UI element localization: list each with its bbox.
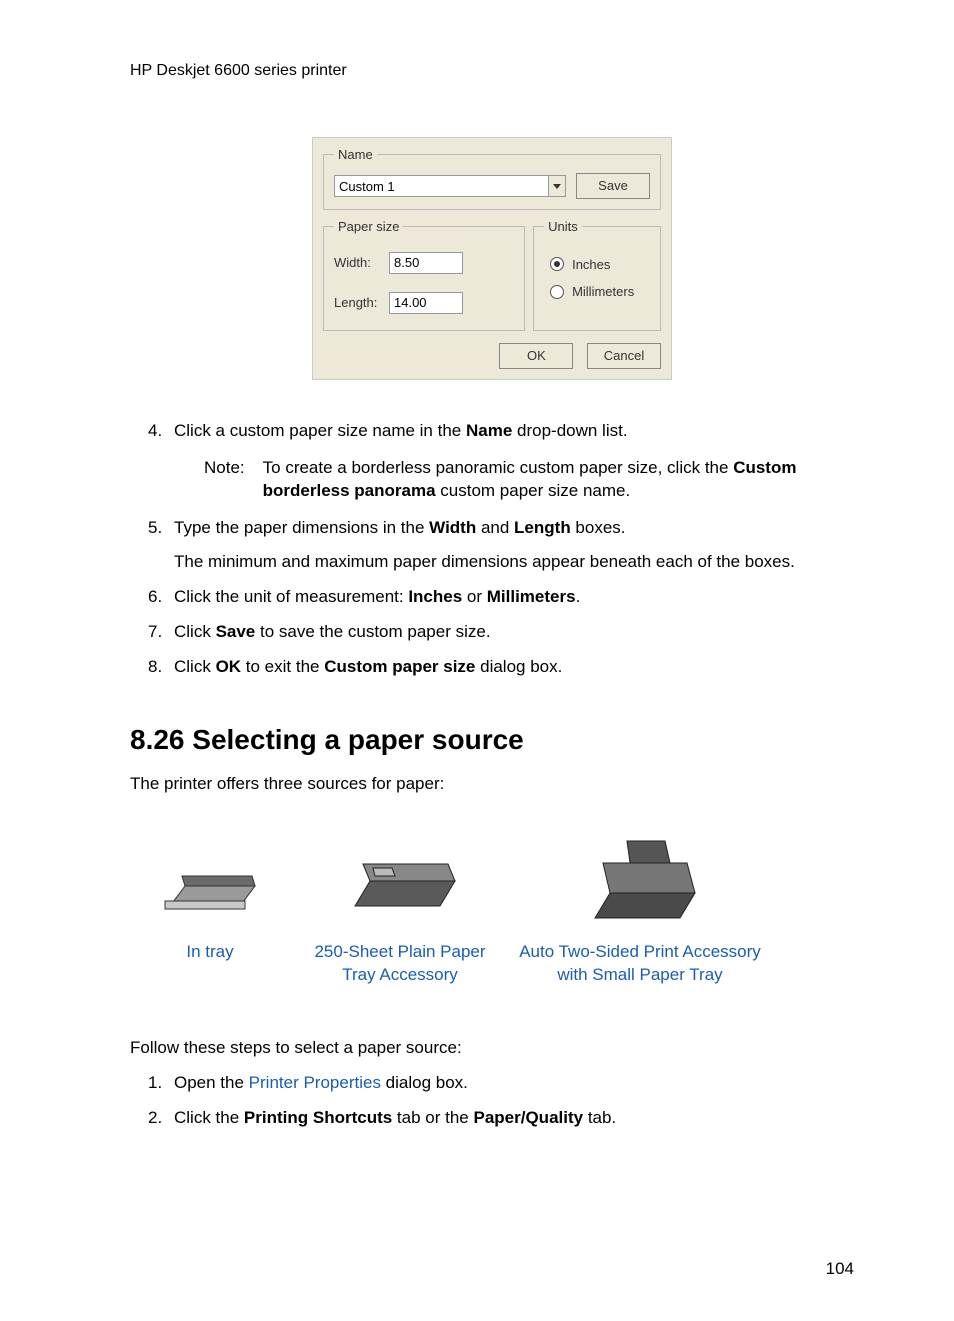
save-button[interactable]: Save xyxy=(576,173,650,199)
millimeters-radio[interactable]: Millimeters xyxy=(550,283,650,301)
custom-paper-size-dialog: Name Save Paper size Width: Le xyxy=(312,137,672,380)
step-4: 4. Click a custom paper size name in the… xyxy=(174,420,854,503)
duplex-accessory-icon xyxy=(575,833,705,928)
width-label: Width: xyxy=(334,254,389,272)
link-in-tray[interactable]: In tray xyxy=(186,942,233,961)
link-250-sheet-b[interactable]: Tray Accessory xyxy=(342,965,458,984)
step-5: 5. Type the paper dimensions in the Widt… xyxy=(174,517,854,575)
link-auto-duplex[interactable]: Auto Two-Sided Print Accessory xyxy=(519,942,761,961)
radio-icon xyxy=(550,285,564,299)
ok-button[interactable]: OK xyxy=(499,343,573,369)
note-body: To create a borderless panoramic custom … xyxy=(263,457,854,503)
tray-accessory-icon xyxy=(340,846,460,916)
link-printer-properties[interactable]: Printer Properties xyxy=(249,1073,381,1092)
paper-size-fieldset: Paper size Width: Length: xyxy=(323,218,525,331)
step-b1: 1. Open the Printer Properties dialog bo… xyxy=(174,1072,854,1095)
step-b2: 2. Click the Printing Shortcuts tab or t… xyxy=(174,1107,854,1130)
tray-col-intray: In tray xyxy=(130,831,290,987)
name-combobox[interactable] xyxy=(334,175,566,197)
tray-col-250sheet: 250-Sheet Plain Paper Tray Accessory xyxy=(290,831,510,987)
name-fieldset: Name Save xyxy=(323,146,661,211)
step-8: 8. Click OK to exit the Custom paper siz… xyxy=(174,656,854,679)
name-legend: Name xyxy=(334,146,377,164)
link-250-sheet[interactable]: 250-Sheet Plain Paper xyxy=(314,942,485,961)
step-list-b: 1. Open the Printer Properties dialog bo… xyxy=(174,1072,854,1130)
page-header: HP Deskjet 6600 series printer xyxy=(130,60,854,82)
units-fieldset: Units Inches Millimeters xyxy=(533,218,661,331)
name-dropdown-button[interactable] xyxy=(548,175,566,197)
name-input[interactable] xyxy=(334,175,548,197)
tray-table: In tray 250-Sheet Plain Paper Tray Acces… xyxy=(130,831,854,987)
note: Note: To create a borderless panoramic c… xyxy=(204,457,854,503)
width-input[interactable] xyxy=(389,252,463,274)
paper-size-legend: Paper size xyxy=(334,218,403,236)
link-auto-duplex-b[interactable]: with Small Paper Tray xyxy=(557,965,722,984)
step-6: 6. Click the unit of measurement: Inches… xyxy=(174,586,854,609)
inches-radio[interactable]: Inches xyxy=(550,256,650,274)
in-tray-icon xyxy=(160,851,260,911)
step-7: 7. Click Save to save the custom paper s… xyxy=(174,621,854,644)
cancel-button[interactable]: Cancel xyxy=(587,343,661,369)
follow-paragraph: Follow these steps to select a paper sou… xyxy=(130,1037,854,1060)
section-intro: The printer offers three sources for pap… xyxy=(130,773,854,796)
length-label: Length: xyxy=(334,294,389,312)
radio-icon xyxy=(550,257,564,271)
step-list-a: 4. Click a custom paper size name in the… xyxy=(174,420,854,680)
inches-label: Inches xyxy=(572,256,610,274)
tray-col-auto-duplex: Auto Two-Sided Print Accessory with Smal… xyxy=(510,831,770,987)
millimeters-label: Millimeters xyxy=(572,283,634,301)
length-input[interactable] xyxy=(389,292,463,314)
chevron-down-icon xyxy=(553,184,561,189)
section-heading: 8.26 Selecting a paper source xyxy=(130,721,854,759)
page-number: 104 xyxy=(826,1258,854,1281)
units-legend: Units xyxy=(544,218,582,236)
